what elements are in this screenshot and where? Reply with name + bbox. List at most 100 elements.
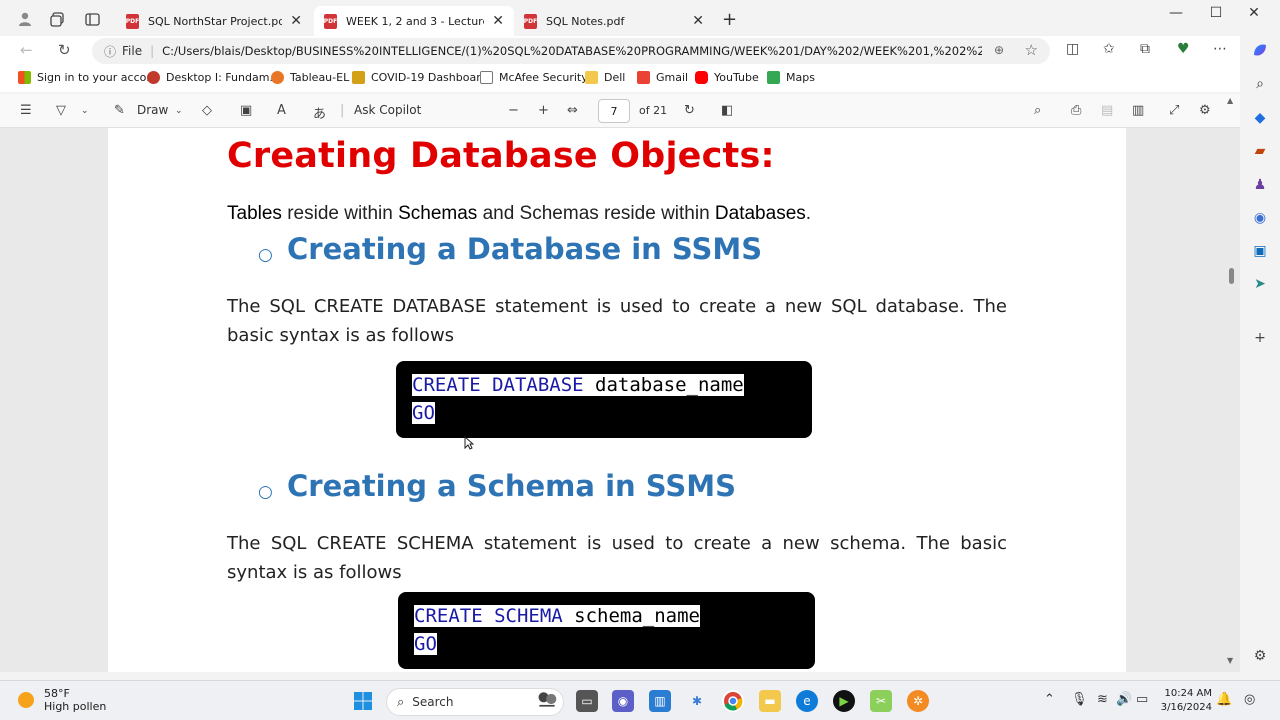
favorite-item[interactable]: Tableau-EL	[271, 71, 349, 84]
add-icon[interactable]: +	[1250, 328, 1270, 348]
favorite-item[interactable]: McAfee Security	[480, 71, 588, 84]
widgets-icon[interactable]: ▥	[649, 690, 671, 712]
translate-icon[interactable]: あ	[313, 103, 326, 122]
refresh-icon[interactable]: ↻	[58, 41, 71, 59]
favorite-label: COVID-19 Dashboard	[371, 71, 488, 84]
save-icon[interactable]: ▤	[1101, 103, 1113, 118]
tableau-icon	[271, 71, 284, 84]
profile-icon[interactable]	[14, 8, 36, 30]
zoom-out-icon[interactable]: −	[508, 103, 519, 118]
site-info-label: File	[122, 44, 143, 58]
contents-icon[interactable]: ☰	[20, 103, 32, 118]
pdf-viewer[interactable]: Creating Database Objects: Tables reside…	[0, 128, 1240, 672]
favorites-icon[interactable]: ✩	[1103, 41, 1115, 57]
back-icon[interactable]: ←	[20, 41, 33, 59]
page-number-input[interactable]: 7	[598, 99, 630, 123]
save-as-icon[interactable]: ▥	[1132, 103, 1144, 118]
weather-widget[interactable]: 58°F High pollen	[18, 687, 106, 713]
battery-icon[interactable]: ▭	[1136, 692, 1148, 707]
favorite-item[interactable]: Desktop I: Fundam...	[147, 71, 280, 84]
mouse-cursor-icon	[464, 435, 475, 453]
media-app-icon[interactable]: ▶	[833, 690, 855, 712]
text-box-icon[interactable]: ▣	[240, 103, 252, 118]
copilot-icon[interactable]	[1250, 40, 1270, 60]
scroll-down-icon[interactable]: ▼	[1227, 656, 1233, 665]
fit-page-icon[interactable]: ⇔	[567, 103, 578, 118]
favorite-item[interactable]: Maps	[767, 71, 815, 84]
settings-icon[interactable]: ⚙	[1199, 103, 1211, 118]
teams-chat-icon[interactable]: ◉	[612, 690, 634, 712]
clock[interactable]: 10:24 AM 3/16/2024	[1160, 687, 1212, 715]
drop-icon[interactable]: ➤	[1250, 274, 1270, 294]
vertical-scrollbar[interactable]: ▲ ▼	[1226, 96, 1238, 672]
draw-icon[interactable]: ✎	[114, 103, 125, 118]
split-screen-icon[interactable]: ◫	[1066, 41, 1079, 57]
ask-copilot-button[interactable]: Ask Copilot	[354, 103, 421, 117]
windows-start-icon[interactable]	[352, 690, 374, 712]
eraser-icon[interactable]: ◇	[202, 103, 212, 118]
highlight-icon[interactable]: ▽	[56, 103, 66, 118]
task-view-icon[interactable]: ▭	[576, 690, 598, 712]
microsoft-365-icon[interactable]: ◉	[1250, 208, 1270, 228]
zoom-in-icon[interactable]: +	[538, 103, 549, 118]
search-icon[interactable]: ⌕	[1034, 103, 1041, 118]
zoom-icon[interactable]: ⊕	[994, 43, 1004, 57]
search-icon[interactable]: ⌕	[1250, 74, 1270, 94]
scrollbar-thumb[interactable]	[1229, 268, 1234, 284]
workspaces-icon[interactable]	[46, 8, 68, 30]
microphone-icon[interactable]: 🎙	[1071, 692, 1088, 707]
tab-actions-icon[interactable]	[81, 8, 103, 30]
volume-icon[interactable]: 🔊	[1116, 692, 1132, 707]
close-icon[interactable]: ✕	[492, 13, 504, 29]
draw-button[interactable]: Draw	[137, 103, 168, 117]
favorite-item[interactable]: COVID-19 Dashboard	[352, 71, 488, 84]
tab-lecture-notes[interactable]: PDF WEEK 1, 2 and 3 - Lecture Notes ✕	[314, 6, 514, 36]
app-icon[interactable]: ✲	[907, 690, 929, 712]
favorite-label: Desktop I: Fundam...	[166, 71, 280, 84]
address-bar[interactable]: ⓘ File | C:/Users/blais/Desktop/BUSINESS…	[92, 38, 1050, 64]
notifications-icon[interactable]: 🔔	[1216, 692, 1232, 707]
close-icon[interactable]: ✕	[692, 13, 704, 29]
tools-icon[interactable]: ▰	[1250, 141, 1270, 161]
favorite-item[interactable]: Sign in to your acco...	[18, 71, 157, 84]
intro-text-part: .	[805, 203, 812, 224]
chrome-icon[interactable]	[722, 690, 744, 712]
outlook-icon[interactable]: ▣	[1250, 241, 1270, 261]
section-paragraph-database: The SQL CREATE DATABASE statement is use…	[227, 296, 1007, 346]
scroll-up-icon[interactable]: ▲	[1227, 96, 1233, 105]
tab-sql-notes[interactable]: PDF SQL Notes.pdf ✕	[514, 6, 714, 36]
collections-icon[interactable]: ⧉	[1140, 41, 1150, 57]
settings-icon[interactable]: ⚙	[1250, 646, 1270, 666]
url-text[interactable]: C:/Users/blais/Desktop/BUSINESS%20INTELL…	[162, 44, 982, 58]
close-icon[interactable]: ✕	[290, 13, 302, 29]
page-view-icon[interactable]: ◧	[721, 103, 733, 118]
favorite-item[interactable]: Dell	[585, 71, 625, 84]
chevron-down-icon[interactable]: ⌄	[175, 106, 183, 116]
favorite-item[interactable]: YouTube	[695, 71, 759, 84]
favorite-item[interactable]: Gmail	[637, 71, 688, 84]
fullscreen-icon[interactable]: ⤢	[1169, 103, 1179, 118]
wifi-icon[interactable]: ≋	[1097, 692, 1108, 707]
chevron-down-icon[interactable]: ⌄	[81, 106, 89, 116]
games-icon[interactable]: ♟	[1250, 175, 1270, 195]
edge-sidebar: ⌕ ◆ ▰ ♟ ◉ ▣ ➤ + ⚙	[1240, 36, 1280, 672]
info-icon[interactable]: ⓘ	[104, 43, 116, 60]
copilot-taskbar-icon[interactable]: ◎	[1244, 692, 1255, 707]
browser-essentials-icon[interactable]: ♥	[1177, 41, 1190, 57]
print-icon[interactable]: ⎙	[1071, 103, 1081, 118]
maximize-button[interactable]: ☐	[1196, 5, 1236, 21]
shopping-tag-icon[interactable]: ◆	[1250, 108, 1270, 128]
app-icon[interactable]: ✂	[870, 690, 892, 712]
chevron-up-icon[interactable]: ⌃	[1044, 692, 1055, 707]
rotate-icon[interactable]: ↻	[684, 103, 695, 118]
close-window-button[interactable]: ✕	[1234, 5, 1274, 21]
snipping-tool-icon[interactable]: ✱	[686, 690, 708, 712]
file-explorer-icon[interactable]: ▬	[759, 690, 781, 712]
tab-sql-northstar[interactable]: PDF SQL NorthStar Project.pdf ✕	[116, 6, 312, 36]
read-aloud-icon[interactable]: A	[277, 103, 286, 118]
new-tab-button[interactable]: +	[722, 9, 737, 30]
more-options-icon[interactable]: ⋯	[1213, 41, 1227, 57]
favorite-star-icon[interactable]: ☆	[1025, 41, 1038, 59]
edge-icon[interactable]: e	[796, 690, 818, 712]
minimize-button[interactable]: —	[1156, 5, 1196, 21]
